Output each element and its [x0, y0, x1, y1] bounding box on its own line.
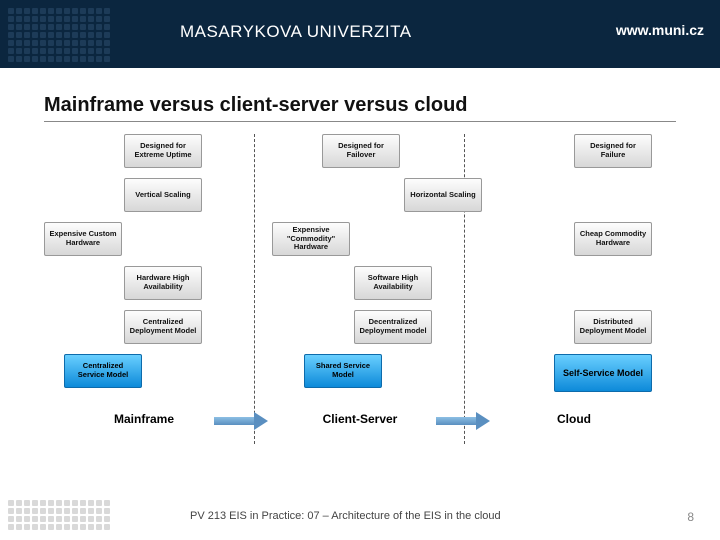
box-mainframe-avail: Hardware High Availability: [124, 266, 202, 300]
arrow-head-icon: [476, 412, 490, 430]
footer: PV 213 EIS in Practice: 07 – Architectur…: [0, 500, 720, 540]
box-mainframe-design: Designed for Extreme Uptime: [124, 134, 202, 168]
footer-dot-pattern: [8, 500, 110, 530]
box-mainframe-hw: Expensive Custom Hardware: [44, 222, 122, 256]
arrow-shaft: [214, 417, 254, 425]
column-label-clientserver: Client-Server: [300, 412, 420, 426]
header-dot-pattern: [8, 8, 110, 62]
box-mainframe-deploy: Centralized Deployment Model: [124, 310, 202, 344]
arrow-shaft: [436, 417, 476, 425]
column-label-cloud: Cloud: [514, 412, 634, 426]
box-clientserver-deploy: Decentralized Deployment model: [354, 310, 432, 344]
slide-body: Mainframe versus client-server versus cl…: [0, 68, 720, 494]
arrow-mainframe-to-clientserver: [214, 414, 270, 428]
box-clientserver-avail: Software High Availability: [354, 266, 432, 300]
box-cloud-deploy: Distributed Deployment Model: [574, 310, 652, 344]
arrow-clientserver-to-cloud: [436, 414, 492, 428]
box-cloud-design: Designed for Failure: [574, 134, 652, 168]
box-clientserver-service: Shared Service Model: [304, 354, 382, 388]
box-mainframe-scale: Vertical Scaling: [124, 178, 202, 212]
box-cloud-service: Self-Service Model: [554, 354, 652, 392]
box-clientserver-hw: Expensive "Commodity" Hardware: [272, 222, 350, 256]
diagram: Designed for Extreme Uptime Vertical Sca…: [44, 134, 676, 494]
university-name: MASARYKOVA UNIVERZITA: [180, 22, 412, 42]
box-clientserver-design: Designed for Failover: [322, 134, 400, 168]
arrow-head-icon: [254, 412, 268, 430]
box-clientserver-scale: Horizontal Scaling: [404, 178, 482, 212]
page-number: 8: [687, 510, 694, 524]
column-divider-1: [254, 134, 255, 444]
site-url: www.muni.cz: [616, 22, 704, 38]
box-cloud-hw: Cheap Commodity Hardware: [574, 222, 652, 256]
footer-course-text: PV 213 EIS in Practice: 07 – Architectur…: [190, 510, 501, 522]
box-mainframe-service: Centralized Service Model: [64, 354, 142, 388]
header-band: MASARYKOVA UNIVERZITA www.muni.cz: [0, 0, 720, 68]
slide-title: Mainframe versus client-server versus cl…: [44, 94, 676, 122]
column-label-mainframe: Mainframe: [84, 412, 204, 426]
